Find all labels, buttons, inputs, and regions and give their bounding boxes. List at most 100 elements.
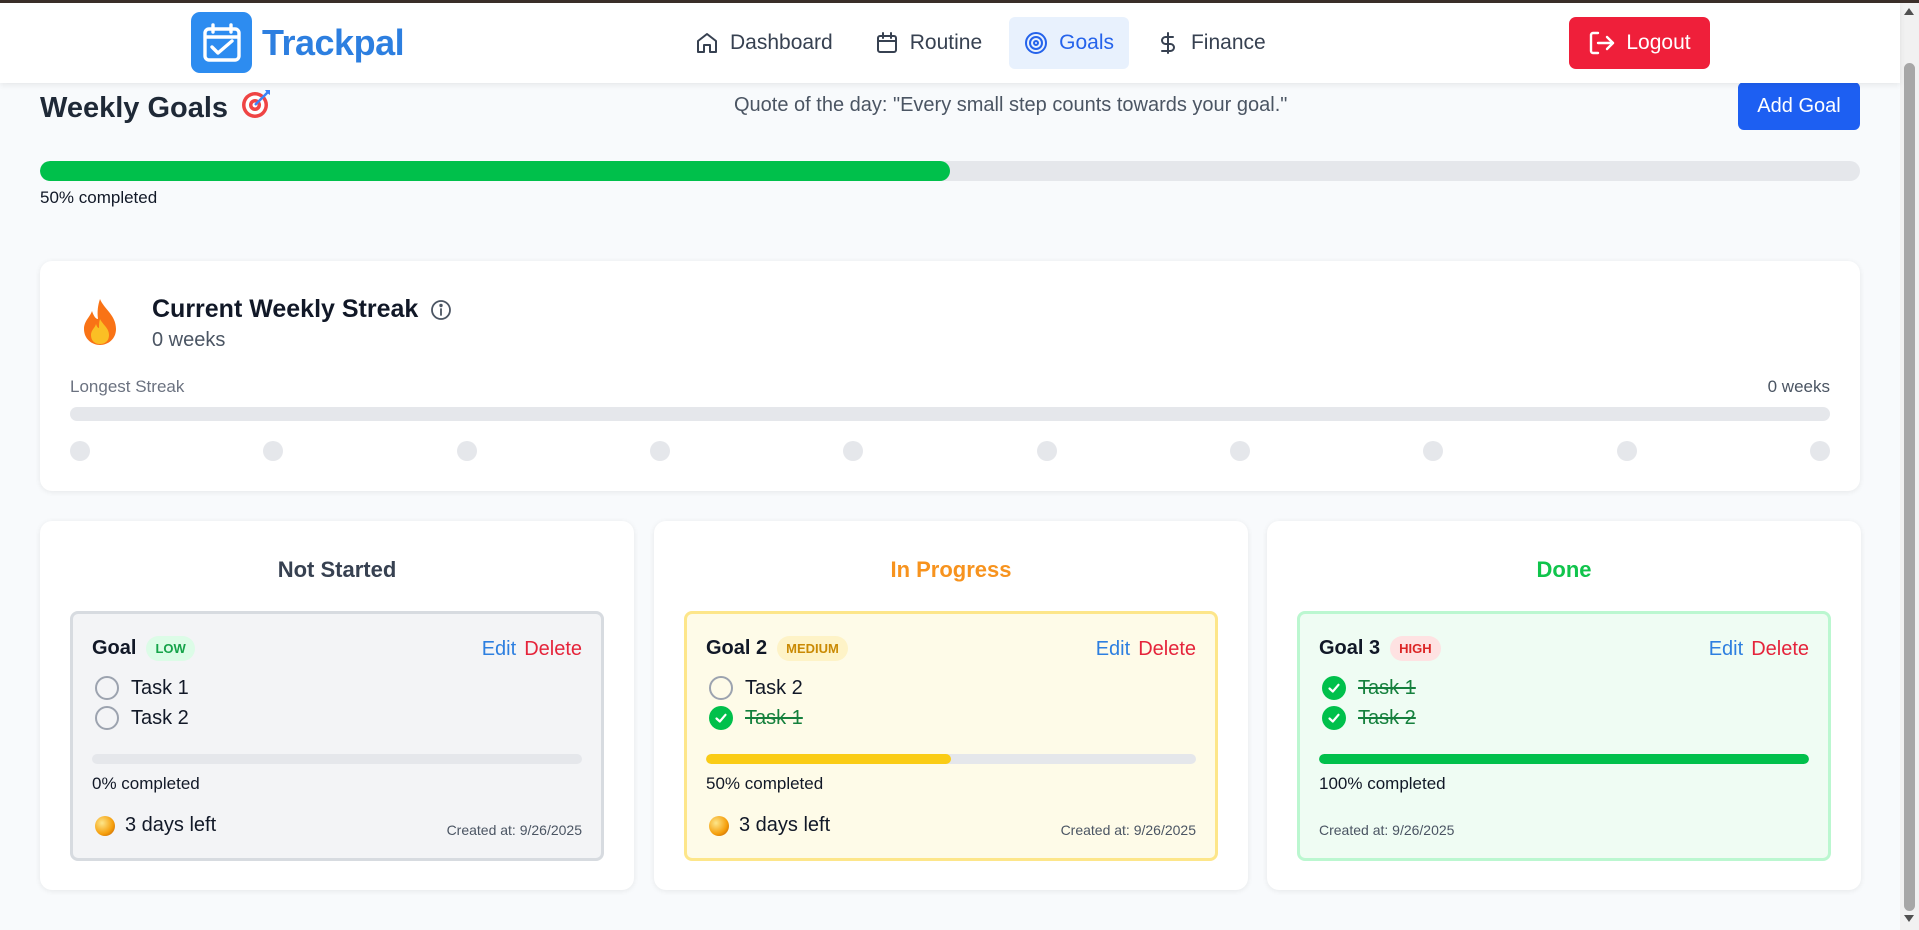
goal-name: Goal LOW xyxy=(92,636,195,661)
streak-week-dot xyxy=(1036,441,1057,461)
scroll-down-arrow-icon[interactable] xyxy=(1904,915,1914,922)
nav-item-label: Dashboard xyxy=(730,31,833,54)
check-circle-icon[interactable] xyxy=(709,706,733,730)
nav-item-label: Finance xyxy=(1190,31,1266,54)
streak-week-dot xyxy=(456,441,477,461)
quote-of-the-day: Quote of the day: "Every small step coun… xyxy=(734,94,1288,116)
goal-progress-label: 100% completed xyxy=(1319,774,1446,793)
scrollbar-thumb[interactable] xyxy=(1904,63,1915,911)
task-checkbox-icon[interactable] xyxy=(709,676,733,700)
app-header: Trackpal Dashboard Routine Goals Finance… xyxy=(0,3,1900,83)
overall-progress-bar xyxy=(40,161,1860,181)
overall-progress-label: 50% completed xyxy=(40,188,158,207)
info-icon[interactable] xyxy=(430,299,452,321)
column-title: In Progress xyxy=(890,557,1012,582)
add-goal-button[interactable]: Add Goal xyxy=(1738,82,1860,130)
nav-item-routine[interactable]: Routine xyxy=(860,17,997,69)
nav-item-finance[interactable]: Finance xyxy=(1141,17,1281,69)
priority-badge: MEDIUM xyxy=(777,636,848,661)
task-item[interactable]: Task 2 xyxy=(709,676,803,700)
goal-progress-bar xyxy=(706,754,1196,764)
check-circle-icon[interactable] xyxy=(1322,676,1346,700)
longest-streak-bar xyxy=(70,407,1830,421)
streak-week-dot xyxy=(1810,441,1830,461)
longest-streak-label: Longest Streak xyxy=(70,377,185,396)
created-date: Created at: 9/26/2025 xyxy=(1319,822,1455,838)
streak-week-dot xyxy=(1616,441,1637,461)
streak-week-dot xyxy=(843,441,864,461)
delete-button[interactable]: Delete xyxy=(1751,638,1809,661)
priority-badge: HIGH xyxy=(1390,636,1441,661)
flame-icon xyxy=(80,297,120,352)
task-item[interactable]: Task 2 xyxy=(95,706,189,730)
coin-icon xyxy=(95,815,115,836)
task-item[interactable]: Task 1 xyxy=(1322,676,1416,700)
streak-title: Current Weekly Streak xyxy=(152,295,452,324)
edit-button[interactable]: Edit xyxy=(1096,638,1130,661)
target-icon xyxy=(1025,32,1048,54)
days-left: 3 days left xyxy=(95,814,216,837)
goal-name: Goal 3 HIGH xyxy=(1319,636,1441,661)
target-emoji-icon xyxy=(240,88,272,128)
coin-icon xyxy=(709,815,729,836)
streak-week-dot xyxy=(1423,441,1444,461)
column-not-started: Not Started Goal LOW Edit Delete Task 1 … xyxy=(40,521,634,890)
streak-week-dot xyxy=(263,441,284,461)
goal-progress-fill xyxy=(1319,754,1809,764)
goal-actions: Edit Delete xyxy=(1709,638,1809,661)
home-icon xyxy=(697,33,717,53)
column-title: Done xyxy=(1536,557,1592,582)
check-circle-icon[interactable] xyxy=(1322,706,1346,730)
task-item[interactable]: Task 1 xyxy=(95,676,189,700)
created-date: Created at: 9/26/2025 xyxy=(446,822,582,838)
column-in-progress: In Progress Goal 2 MEDIUM Edit Delete Ta… xyxy=(654,521,1248,890)
delete-button[interactable]: Delete xyxy=(1138,638,1196,661)
goal-actions: Edit Delete xyxy=(482,638,582,661)
main-content: Trackpal Dashboard Routine Goals Finance… xyxy=(0,0,1900,930)
page-title: Weekly Goals xyxy=(40,88,272,128)
nav-item-goals[interactable]: Goals xyxy=(1009,17,1129,69)
calendar-check-logo-icon xyxy=(191,12,252,73)
logout-label: Logout xyxy=(1626,31,1691,54)
goal-progress-label: 0% completed xyxy=(92,774,200,793)
current-streak-value: 0 weeks xyxy=(152,329,226,351)
streak-week-dot xyxy=(1230,441,1250,461)
task-checkbox-icon[interactable] xyxy=(95,706,119,730)
streak-week-dot xyxy=(70,441,90,461)
task-checkbox-icon[interactable] xyxy=(95,676,119,700)
goal-progress-fill xyxy=(706,754,951,764)
delete-button[interactable]: Delete xyxy=(524,638,582,661)
edit-button[interactable]: Edit xyxy=(482,638,516,661)
task-item[interactable]: Task 1 xyxy=(709,706,803,730)
overall-progress-fill xyxy=(40,161,950,181)
streak-week-dots xyxy=(70,441,1830,461)
nav-item-dashboard[interactable]: Dashboard xyxy=(680,17,848,69)
goal-progress-label: 50% completed xyxy=(706,774,824,793)
longest-streak-value: 0 weeks xyxy=(1767,377,1830,396)
goal-card[interactable]: Goal LOW Edit Delete Task 1 Task 2 0% co… xyxy=(70,611,604,861)
task-item[interactable]: Task 2 xyxy=(1322,706,1416,730)
goal-name: Goal 2 MEDIUM xyxy=(706,636,848,661)
app-name: Trackpal xyxy=(262,21,405,63)
calendar-icon xyxy=(876,32,897,53)
goal-card[interactable]: Goal 2 MEDIUM Edit Delete Task 2 Task 1 … xyxy=(684,611,1218,861)
created-date: Created at: 9/26/2025 xyxy=(1060,822,1196,838)
goal-actions: Edit Delete xyxy=(1096,638,1196,661)
edit-button[interactable]: Edit xyxy=(1709,638,1743,661)
dollar-icon xyxy=(1160,32,1175,54)
streak-week-dot xyxy=(650,441,670,461)
column-title: Not Started xyxy=(277,557,397,582)
page-scrollbar[interactable] xyxy=(1900,3,1919,930)
nav-item-label: Routine xyxy=(909,31,983,54)
weekly-streak-card: Current Weekly Streak 0 weeks Longest St… xyxy=(40,261,1860,491)
logout-button[interactable]: Logout xyxy=(1569,17,1710,69)
priority-badge: LOW xyxy=(146,636,195,661)
app-logo[interactable]: Trackpal xyxy=(191,12,405,73)
days-left: 3 days left xyxy=(709,814,830,837)
main-nav: Dashboard Routine Goals Finance xyxy=(680,17,1293,69)
nav-item-label: Goals xyxy=(1059,31,1114,54)
goal-progress-bar xyxy=(92,754,582,764)
logout-icon xyxy=(1590,31,1615,55)
scroll-up-arrow-icon[interactable] xyxy=(1904,8,1914,15)
goal-card[interactable]: Goal 3 HIGH Edit Delete Task 1 Task 2 10… xyxy=(1297,611,1831,861)
